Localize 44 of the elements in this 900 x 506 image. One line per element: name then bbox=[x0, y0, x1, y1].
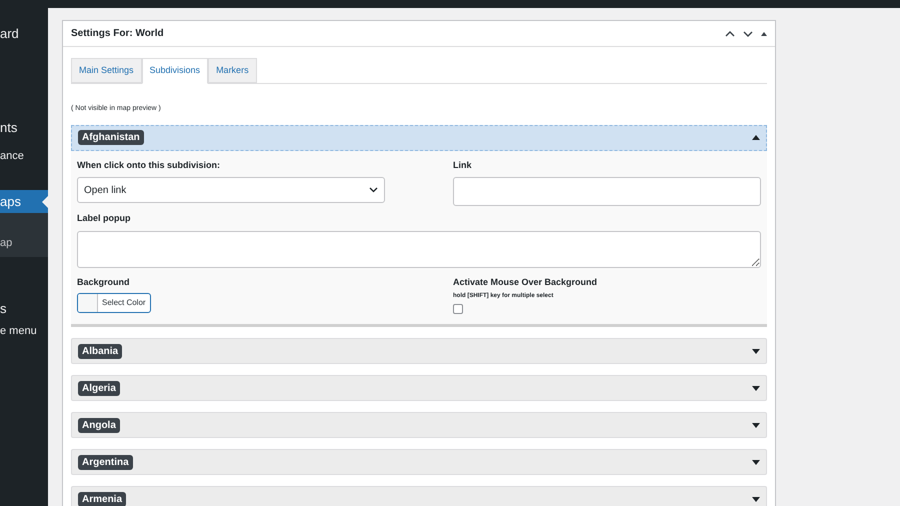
subdivision-header[interactable]: Armenia bbox=[71, 486, 767, 506]
label-popup-field[interactable] bbox=[77, 230, 761, 268]
subdivision-header[interactable]: Albania bbox=[71, 338, 767, 364]
sidebar-item[interactable]: e menu bbox=[0, 321, 48, 341]
expand-triangle-icon[interactable] bbox=[752, 422, 760, 428]
subdivision-header[interactable]: Algeria bbox=[71, 375, 767, 401]
field-label: Background bbox=[77, 276, 130, 289]
tab[interactable]: Subdivisions bbox=[142, 58, 208, 84]
chevron-up-icon[interactable] bbox=[725, 30, 735, 36]
tab[interactable]: Main Settings bbox=[71, 58, 142, 83]
chevron-down-icon[interactable] bbox=[743, 30, 753, 36]
panel-title: Settings For: World bbox=[71, 27, 164, 41]
field-label: Link bbox=[453, 158, 473, 172]
expand-triangle-icon[interactable] bbox=[752, 386, 760, 390]
field-label: Label popup bbox=[77, 212, 132, 225]
subdivision-header[interactable]: Afghanistan bbox=[71, 124, 767, 150]
current-pointer-icon bbox=[42, 196, 48, 208]
country-label: Afghanistan bbox=[78, 130, 144, 145]
tab[interactable]: Markers bbox=[208, 58, 257, 83]
country-label: Armenia bbox=[78, 492, 126, 506]
expand-triangle-icon[interactable] bbox=[752, 496, 760, 502]
country-label: Argentina bbox=[78, 454, 133, 470]
collapse-triangle-icon[interactable] bbox=[752, 135, 760, 140]
select-color-button[interactable]: Select Color bbox=[77, 293, 151, 313]
sidebar-item[interactable]: nts bbox=[0, 118, 48, 138]
action-select[interactable]: Open link bbox=[77, 177, 385, 203]
expand-triangle-icon[interactable] bbox=[752, 460, 760, 464]
sidebar-item[interactable]: s bbox=[0, 299, 48, 319]
expand-triangle-icon[interactable] bbox=[752, 348, 760, 354]
chevron-down-icon bbox=[369, 187, 378, 193]
field-label: When click onto this subdivision: bbox=[77, 158, 222, 172]
collapse-triangle-icon[interactable] bbox=[761, 32, 767, 36]
field-label: Activate Mouse Over Background bbox=[453, 276, 598, 289]
link-input-field[interactable] bbox=[453, 177, 761, 206]
subdivision-header[interactable]: Argentina bbox=[71, 449, 767, 475]
sidebar-item[interactable]: ard bbox=[0, 24, 48, 44]
subdivision-header[interactable]: Angola bbox=[71, 412, 767, 438]
country-label: Angola bbox=[78, 418, 120, 432]
submenu-item[interactable]: ap bbox=[0, 234, 12, 251]
sidebar-item[interactable]: aps bbox=[0, 190, 48, 213]
hover-checkbox[interactable] bbox=[453, 304, 463, 314]
country-label: Algeria bbox=[78, 380, 120, 396]
country-label: Albania bbox=[78, 344, 122, 358]
sidebar-item[interactable]: ance bbox=[0, 146, 48, 166]
